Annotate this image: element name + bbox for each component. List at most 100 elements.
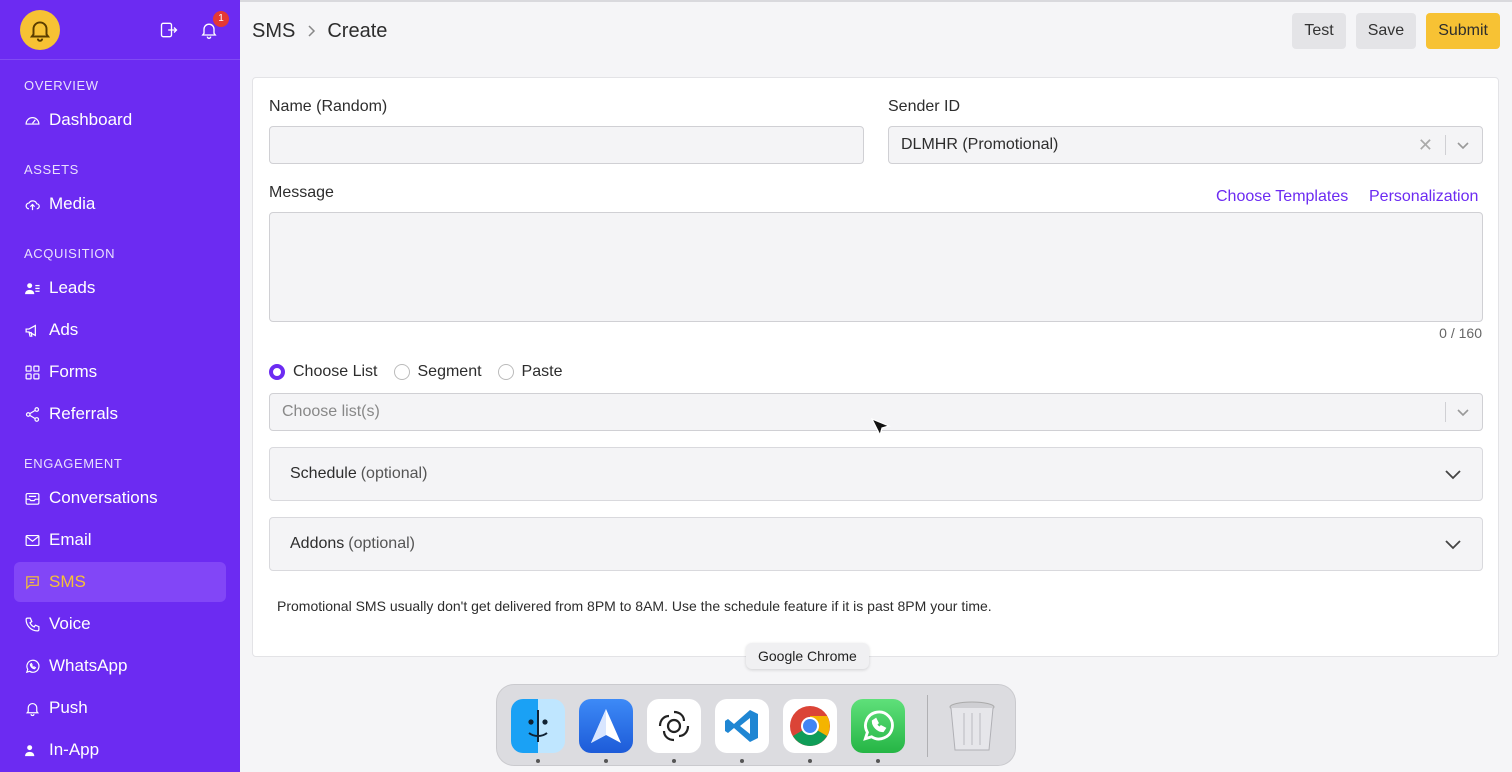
radio-checked-icon <box>269 364 285 380</box>
whatsapp-icon <box>25 659 40 673</box>
sidebar-item-whatsapp[interactable]: WhatsApp <box>14 646 226 686</box>
radio-label: Segment <box>417 363 482 380</box>
sidebar-item-label: SMS <box>49 572 86 591</box>
megaphone-icon <box>25 324 36 337</box>
schedule-title: Schedule <box>290 465 357 482</box>
sidebar-item-email[interactable]: Email <box>14 520 226 560</box>
radio-paste[interactable]: Paste <box>497 363 562 381</box>
sidebar-item-voice[interactable]: Voice <box>14 604 226 644</box>
bell-logo-icon <box>29 20 51 42</box>
sidebar-item-label: Conversations <box>49 488 158 507</box>
whatsapp-app-icon[interactable] <box>851 699 905 753</box>
sender-id-select[interactable]: DLMHR (Promotional) ✕ <box>888 126 1483 164</box>
name-input[interactable] <box>269 126 864 164</box>
users-icon <box>25 282 40 294</box>
notifications-icon[interactable]: 1 <box>198 10 229 41</box>
running-indicator <box>672 759 676 763</box>
sms-form-card: Name (Random) Sender ID DLMHR (Promotion… <box>252 77 1499 657</box>
trash-icon[interactable] <box>945 699 999 753</box>
section-acquisition: ACQUISITION <box>24 246 116 261</box>
sidebar-item-label: WhatsApp <box>49 656 128 675</box>
sidebar-item-sms[interactable]: SMS <box>14 562 226 602</box>
message-textarea[interactable] <box>269 212 1483 322</box>
sidebar-item-label: Dashboard <box>49 110 133 129</box>
schedule-accordion[interactable]: Schedule (optional) <box>269 447 1483 501</box>
sidebar: 1 OVERVIEW Dashboard ASSETS Media ACQUIS… <box>0 0 240 772</box>
addons-accordion[interactable]: Addons (optional) <box>269 517 1483 571</box>
google-chrome-icon[interactable] <box>783 699 837 753</box>
share-icon <box>25 406 40 422</box>
running-indicator <box>876 759 880 763</box>
sidebar-item-conversations[interactable]: Conversations <box>14 478 226 518</box>
finder-icon[interactable] <box>511 699 565 753</box>
dock-tooltip: Google Chrome <box>746 643 869 669</box>
message-label: Message <box>269 184 334 201</box>
radio-label: Choose List <box>293 363 378 380</box>
gauge-icon <box>25 116 40 125</box>
addons-title: Addons <box>290 535 345 552</box>
vscode-icon[interactable] <box>715 699 769 753</box>
character-counter: 0 / 160 <box>1439 325 1482 341</box>
radio-segment[interactable]: Segment <box>393 363 482 381</box>
cloud-upload-icon <box>25 199 40 210</box>
sidebar-item-label: Leads <box>49 278 96 297</box>
sidebar-item-ads[interactable]: Ads <box>14 310 226 350</box>
logout-icon[interactable] <box>158 19 180 41</box>
sender-id-label: Sender ID <box>888 98 961 115</box>
addons-optional: (optional) <box>348 535 415 552</box>
sidebar-item-forms[interactable]: Forms <box>14 352 226 392</box>
message-icon <box>26 575 39 590</box>
radio-choose-list[interactable]: Choose List <box>269 363 378 381</box>
save-button[interactable]: Save <box>1355 13 1417 49</box>
sidebar-item-push[interactable]: Push <box>14 688 226 728</box>
schedule-optional: (optional) <box>360 465 428 482</box>
sidebar-item-leads[interactable]: Leads <box>14 268 226 308</box>
mail-icon <box>25 534 40 546</box>
sidebar-item-label: Email <box>49 530 92 549</box>
chevron-down-icon <box>1444 468 1462 480</box>
section-engagement: ENGAGEMENT <box>24 456 123 471</box>
inbox-icon <box>25 492 40 505</box>
audience-radio-group: Choose List Segment Paste <box>269 363 562 381</box>
submit-button[interactable]: Submit <box>1426 13 1500 49</box>
notification-badge: 1 <box>213 10 229 27</box>
chatgpt-icon[interactable] <box>647 699 701 753</box>
chevron-down-icon[interactable] <box>1446 140 1470 150</box>
sidebar-item-label: Forms <box>49 362 98 381</box>
sidebar-item-dashboard[interactable]: Dashboard <box>14 100 226 140</box>
delivery-note: Promotional SMS usually don't get delive… <box>277 598 992 614</box>
sidebar-item-label: Push <box>49 698 88 717</box>
phone-icon <box>25 617 40 631</box>
bell-icon <box>25 702 40 716</box>
sidebar-item-label: Referrals <box>49 404 118 423</box>
personalization-link[interactable]: Personalization <box>1369 188 1478 206</box>
section-overview: OVERVIEW <box>24 78 99 93</box>
sidebar-header: 1 <box>0 0 240 60</box>
spark-icon[interactable] <box>579 699 633 753</box>
running-indicator <box>808 759 812 763</box>
macos-dock <box>496 684 1016 766</box>
breadcrumb: SMS Create <box>252 20 387 43</box>
clear-icon[interactable]: ✕ <box>1418 135 1445 156</box>
running-indicator <box>604 759 608 763</box>
choose-templates-link[interactable]: Choose Templates <box>1216 188 1348 206</box>
sidebar-item-referrals[interactable]: Referrals <box>14 394 226 434</box>
chevron-right-icon <box>308 25 316 37</box>
grid-icon <box>25 365 40 379</box>
chevron-down-icon[interactable] <box>1446 407 1470 417</box>
chevron-down-icon <box>1444 538 1462 550</box>
test-button[interactable]: Test <box>1292 13 1346 49</box>
running-indicator <box>740 759 744 763</box>
dock-separator <box>927 695 928 757</box>
section-assets: ASSETS <box>24 162 79 177</box>
sidebar-item-label: Media <box>49 194 96 213</box>
sidebar-item-label: In-App <box>49 740 100 759</box>
sender-id-value: DLMHR (Promotional) <box>901 136 1059 153</box>
name-label: Name (Random) <box>269 98 388 115</box>
breadcrumb-root[interactable]: SMS <box>252 20 295 43</box>
breadcrumb-current: Create <box>327 19 388 42</box>
app-logo[interactable] <box>20 9 60 50</box>
sidebar-item-inapp[interactable]: In-App <box>14 730 226 770</box>
sidebar-item-media[interactable]: Media <box>14 184 226 224</box>
choose-lists-placeholder: Choose list(s) <box>282 403 380 420</box>
